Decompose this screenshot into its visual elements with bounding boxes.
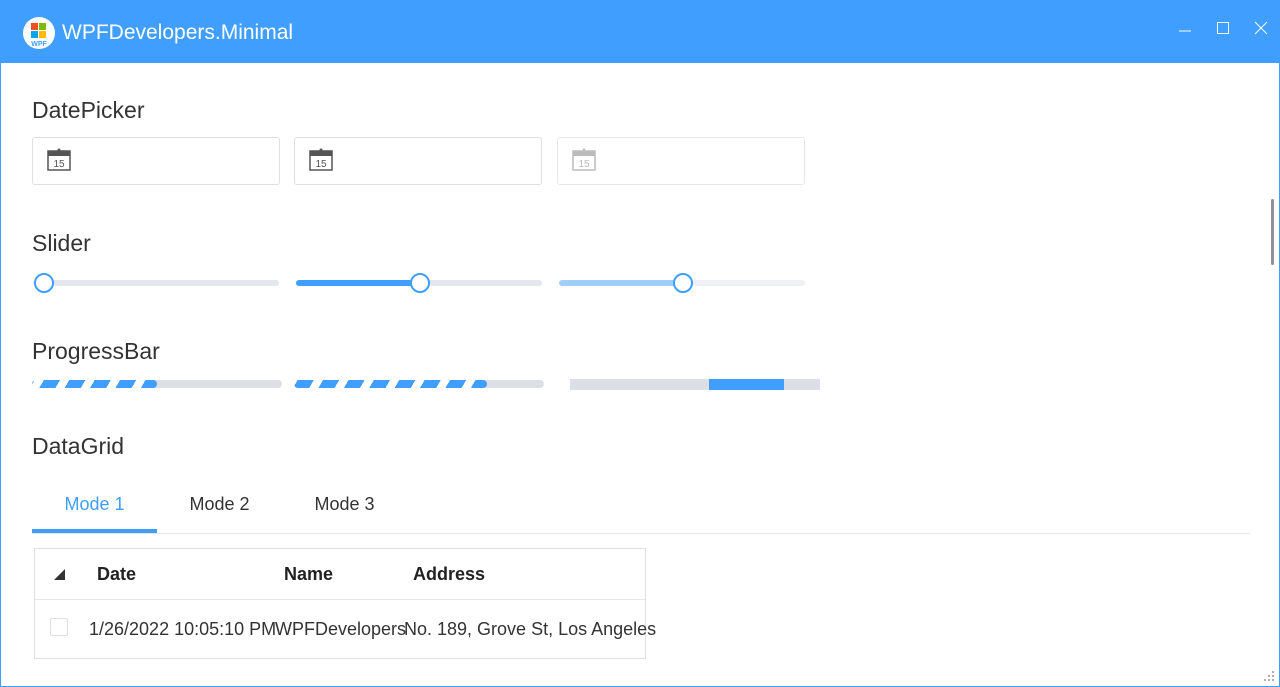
title-bar[interactable]: WPF WPFDevelopers.Minimal [1, 1, 1279, 63]
slider-1[interactable] [33, 273, 279, 293]
vertical-scrollbar-thumb[interactable] [1271, 199, 1274, 265]
section-title-datepicker: DatePicker [32, 97, 145, 123]
resize-grip-icon[interactable] [1263, 670, 1275, 682]
slider-thumb [673, 273, 693, 293]
progressbar-indeterminate-fill [709, 379, 784, 390]
datepicker-1[interactable]: 15 [32, 137, 280, 185]
tab-mode-2[interactable]: Mode 2 [157, 493, 282, 533]
minimize-icon [1179, 30, 1191, 32]
close-button[interactable] [1248, 15, 1274, 41]
tab-strip: Mode 1 Mode 2 Mode 3 [32, 481, 1250, 534]
select-all-icon[interactable] [53, 568, 67, 582]
app-window: WPF WPFDevelopers.Minimal DatePicker 15 [0, 0, 1280, 687]
cell-name: WPFDevelopers [275, 619, 407, 639]
tab-mode-1[interactable]: Mode 1 [32, 493, 157, 533]
maximize-button[interactable] [1210, 15, 1236, 41]
window-title: WPFDevelopers.Minimal [62, 21, 294, 44]
close-icon [1254, 21, 1268, 35]
cell-date: 1/26/2022 10:05:10 PM [89, 619, 277, 639]
slider-thumb[interactable] [410, 273, 430, 293]
slider-thumb[interactable] [34, 273, 54, 293]
table-row[interactable]: 1/26/2022 10:05:10 PM WPFDevelopers No. … [35, 599, 656, 659]
calendar-day: 15 [53, 159, 65, 170]
datepicker-3-disabled: 15 [557, 137, 805, 185]
progressbar-fill [294, 380, 487, 388]
progressbar-2 [294, 380, 544, 388]
progressbar-3-indeterminate [570, 379, 820, 390]
calendar-icon[interactable]: 15 [47, 148, 71, 172]
app-logo-icon: WPF [31, 23, 47, 48]
section-title-slider: Slider [32, 230, 91, 256]
datagrid-header: Date Name Address [35, 549, 645, 600]
progressbar-fill [32, 380, 157, 388]
column-header-date[interactable]: Date [97, 564, 136, 585]
section-title-datagrid: DataGrid [32, 433, 125, 459]
row-checkbox[interactable] [50, 618, 68, 636]
slider-track[interactable] [33, 280, 279, 286]
slider-2[interactable] [296, 273, 542, 293]
slider-fill [296, 280, 419, 286]
slider-3-disabled [559, 273, 805, 293]
progressbar-1 [32, 380, 282, 388]
tab-mode-3[interactable]: Mode 3 [282, 493, 407, 533]
datagrid: Date Name Address 1/26/2022 10:05:10 PM … [34, 548, 656, 659]
calendar-day: 15 [315, 159, 327, 170]
slider-fill [559, 280, 682, 286]
maximize-icon [1217, 22, 1229, 34]
column-header-name[interactable]: Name [284, 564, 333, 585]
logo-text: WPF [31, 41, 47, 48]
cell-address: No. 189, Grove St, Los Angeles [404, 619, 657, 639]
column-header-address[interactable]: Address [413, 564, 485, 585]
calendar-day: 15 [578, 159, 590, 170]
section-title-progressbar: ProgressBar [32, 338, 160, 364]
calendar-icon[interactable]: 15 [309, 148, 333, 172]
minimize-button[interactable] [1172, 15, 1198, 41]
main-content: DatePicker 15 15 15 Slider ProgressBar D… [1, 63, 1269, 686]
active-tab-indicator [32, 529, 157, 533]
datepicker-2[interactable]: 15 [294, 137, 542, 185]
app-logo: WPF [23, 17, 55, 49]
calendar-icon: 15 [572, 148, 596, 171]
